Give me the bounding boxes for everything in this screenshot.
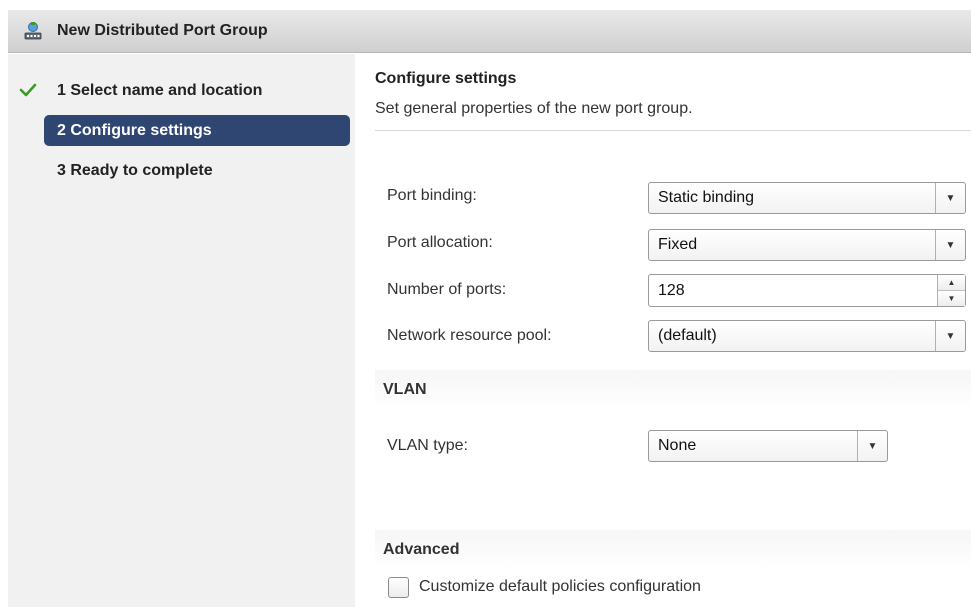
vlan-type-label: VLAN type: xyxy=(387,437,468,454)
chevron-down-icon[interactable]: ▼ xyxy=(935,321,965,351)
header-divider xyxy=(375,130,971,131)
step-select-name-and-location[interactable]: 1 Select name and location xyxy=(44,76,350,106)
stepper-buttons: ▲ ▼ xyxy=(937,275,965,306)
vlan-type-select[interactable]: None ▼ xyxy=(648,430,888,462)
number-of-ports-value[interactable]: 128 xyxy=(658,282,685,300)
chevron-down-icon[interactable]: ▼ xyxy=(857,431,887,461)
chevron-down-icon[interactable]: ▼ xyxy=(935,183,965,213)
wizard-steps-nav: 1 Select name and location 2 Configure s… xyxy=(8,54,355,607)
distributed-port-group-icon xyxy=(24,22,42,40)
customize-policies-checkbox[interactable] xyxy=(388,577,409,598)
chevron-down-icon[interactable]: ▼ xyxy=(935,230,965,260)
checkmark-icon xyxy=(19,83,37,97)
step-configure-settings[interactable]: 2 Configure settings xyxy=(44,115,350,146)
advanced-section-header: Advanced xyxy=(375,530,971,570)
new-distributed-port-group-dialog: New Distributed Port Group 1 Select name… xyxy=(8,10,971,607)
vlan-type-value: None xyxy=(658,437,697,454)
port-binding-select[interactable]: Static binding ▼ xyxy=(648,182,966,214)
port-allocation-value: Fixed xyxy=(658,236,698,253)
vlan-section-header: VLAN xyxy=(375,370,971,410)
network-resource-pool-select[interactable]: (default) ▼ xyxy=(648,320,966,352)
step-ready-to-complete[interactable]: 3 Ready to complete xyxy=(44,156,350,186)
number-of-ports-stepper[interactable]: 128 ▲ ▼ xyxy=(648,274,966,307)
customize-policies-label[interactable]: Customize default policies configuration xyxy=(419,578,701,596)
port-binding-value: Static binding xyxy=(658,189,755,206)
settings-panel: Configure settings Set general propertie… xyxy=(355,54,971,607)
port-allocation-select[interactable]: Fixed ▼ xyxy=(648,229,966,261)
title-bar: New Distributed Port Group xyxy=(8,10,971,53)
arrow-down-icon[interactable]: ▼ xyxy=(938,290,965,306)
dialog-title: New Distributed Port Group xyxy=(57,22,268,39)
arrow-up-icon[interactable]: ▲ xyxy=(938,275,965,291)
number-of-ports-label: Number of ports: xyxy=(387,281,507,298)
page-subtitle: Set general properties of the new port g… xyxy=(375,100,693,117)
port-binding-label: Port binding: xyxy=(387,187,477,204)
network-resource-pool-value: (default) xyxy=(658,327,717,344)
page-title: Configure settings xyxy=(375,70,517,87)
port-allocation-label: Port allocation: xyxy=(387,234,493,251)
network-resource-pool-label: Network resource pool: xyxy=(387,327,552,344)
